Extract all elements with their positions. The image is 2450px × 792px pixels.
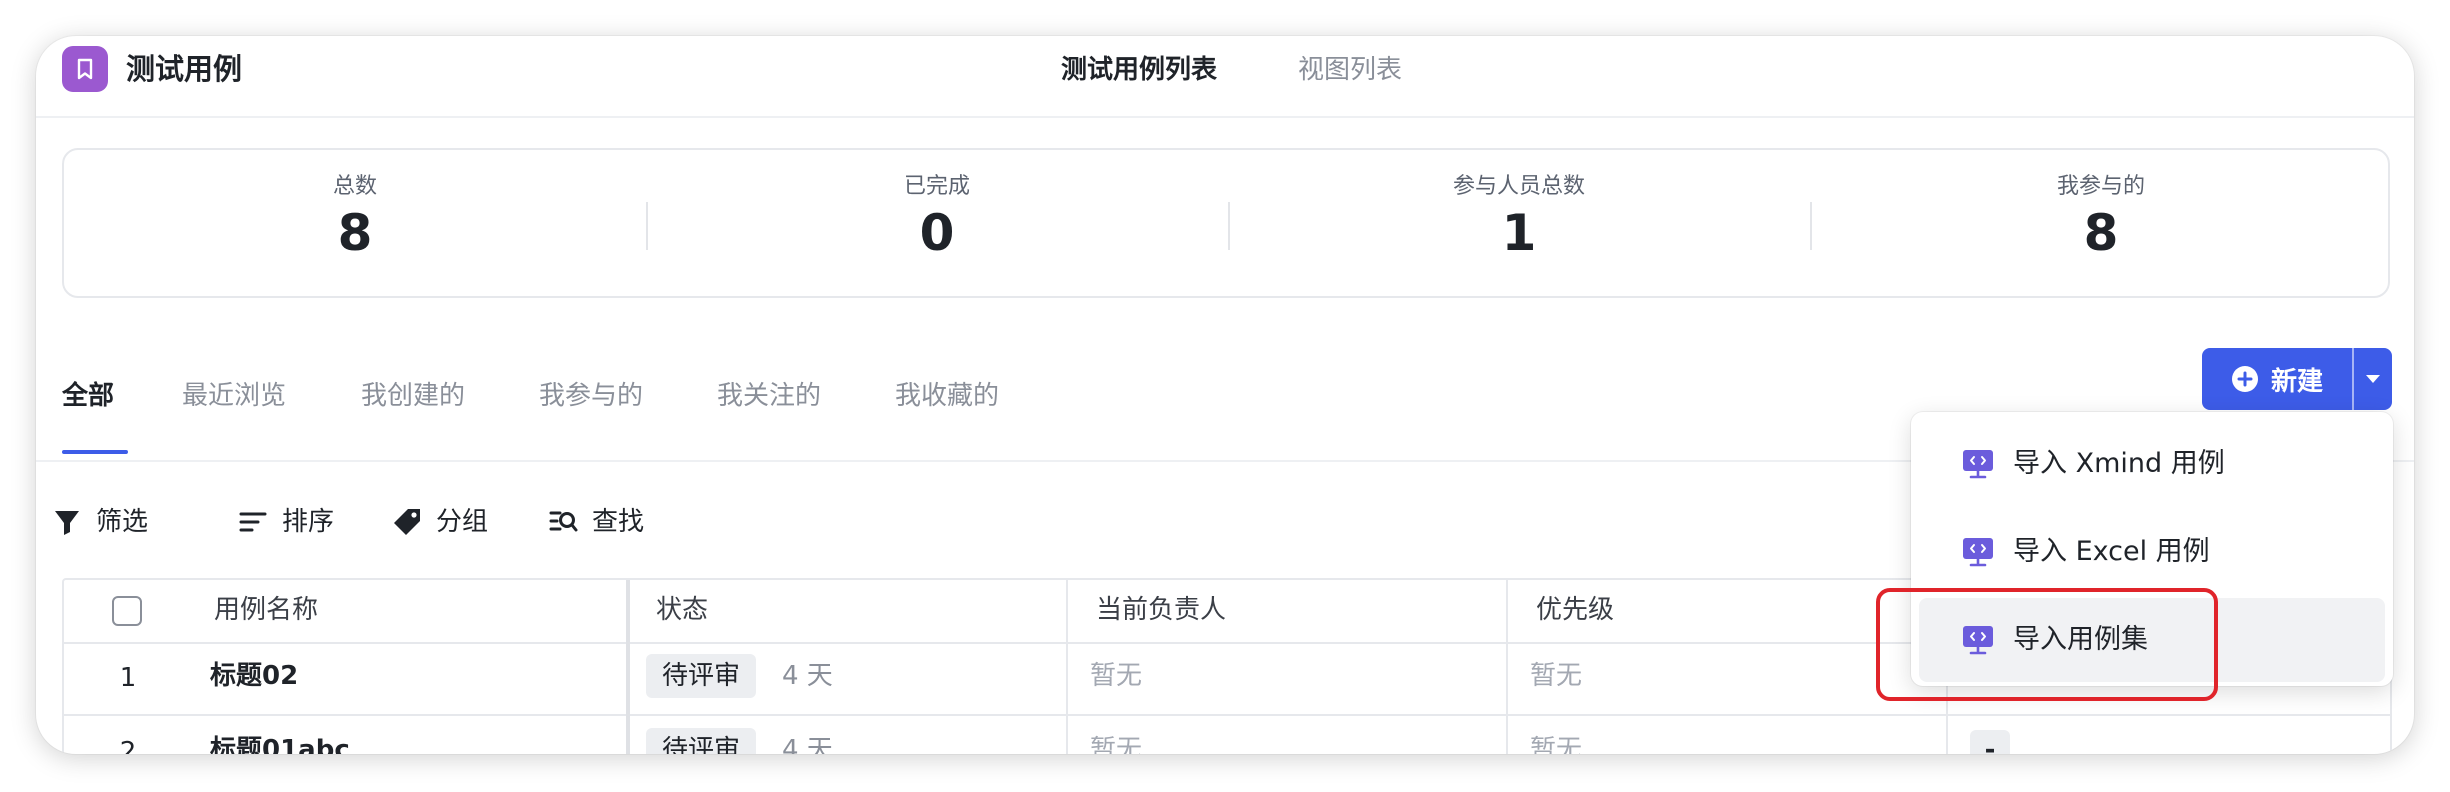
sort-button[interactable]: 排序 bbox=[238, 502, 334, 542]
stat-label: 总数 bbox=[332, 174, 377, 199]
app-title: 测试用例 bbox=[126, 52, 243, 86]
menu-item-label: 导入 Excel 用例 bbox=[2013, 536, 2210, 567]
column-divider bbox=[626, 580, 630, 754]
select-all-checkbox[interactable] bbox=[112, 596, 142, 626]
tab-created[interactable]: 我创建的 bbox=[361, 376, 465, 416]
stat-value: 8 bbox=[337, 204, 373, 262]
priority-value: 暂无 bbox=[1530, 661, 1583, 691]
import-monitor-icon bbox=[1961, 535, 1995, 569]
status-badge: 待评审 bbox=[646, 654, 757, 698]
status-badge: 待评审 bbox=[646, 728, 757, 754]
stats-panel: 总数 8 已完成 0 参与人员总数 1 我参与的 8 bbox=[62, 148, 2390, 298]
group-button[interactable]: 分组 bbox=[392, 502, 488, 542]
sort-icon bbox=[239, 512, 267, 532]
import-monitor-icon bbox=[1961, 447, 1995, 481]
table-row[interactable]: 2 标题01abc 待评审 4 天 暂无 暂无 - bbox=[64, 716, 2390, 754]
plus-circle-icon bbox=[2231, 366, 2258, 392]
tab-all[interactable]: 全部 bbox=[62, 376, 114, 416]
menu-item-label: 导入 Xmind 用例 bbox=[2013, 448, 2225, 479]
bookmark-icon bbox=[62, 46, 108, 92]
filter-button[interactable]: 筛选 bbox=[52, 502, 148, 542]
highlight-annotation bbox=[1876, 588, 2218, 701]
search-list-icon bbox=[549, 511, 578, 532]
tab-favorited[interactable]: 我收藏的 bbox=[895, 376, 999, 416]
priority-value: 暂无 bbox=[1530, 735, 1583, 754]
tag-icon bbox=[394, 509, 420, 535]
column-divider bbox=[1506, 580, 1508, 754]
stat-mine: 我参与的 8 bbox=[1810, 150, 2392, 296]
group-label: 分组 bbox=[436, 507, 489, 537]
new-button[interactable]: 新建 bbox=[2202, 348, 2352, 410]
stat-value: 1 bbox=[1501, 204, 1537, 262]
column-header-name[interactable]: 用例名称 bbox=[214, 590, 318, 630]
stat-value: 0 bbox=[919, 204, 955, 262]
tab-participated[interactable]: 我参与的 bbox=[539, 376, 643, 416]
row-number: 1 bbox=[119, 663, 137, 693]
app-header: 测试用例 测试用例列表 视图列表 bbox=[36, 36, 2414, 118]
tab-view-list[interactable]: 视图列表 bbox=[1298, 50, 1402, 90]
caret-down-icon bbox=[2366, 375, 2380, 383]
status-duration: 4 天 bbox=[782, 661, 833, 691]
menu-item-import-xmind[interactable]: 导入 Xmind 用例 bbox=[1919, 422, 2385, 506]
tab-case-list[interactable]: 测试用例列表 bbox=[1061, 50, 1217, 90]
column-divider bbox=[1066, 580, 1068, 754]
column-header-status[interactable]: 状态 bbox=[656, 590, 708, 630]
new-button-group: 新建 bbox=[2202, 348, 2392, 410]
active-tab-indicator bbox=[62, 450, 128, 454]
status-duration: 4 天 bbox=[782, 735, 833, 754]
case-name[interactable]: 标题02 bbox=[210, 656, 298, 696]
find-button[interactable]: 查找 bbox=[548, 502, 644, 542]
stat-label: 已完成 bbox=[903, 174, 970, 199]
sort-label: 排序 bbox=[282, 507, 335, 537]
case-name[interactable]: 标题01abc bbox=[210, 730, 350, 754]
extra-value: - bbox=[1970, 730, 2010, 754]
stat-label: 参与人员总数 bbox=[1452, 174, 1585, 199]
stat-value: 8 bbox=[2083, 204, 2119, 262]
owner-value: 暂无 bbox=[1090, 735, 1143, 754]
stat-label: 我参与的 bbox=[2056, 174, 2145, 199]
owner-value: 暂无 bbox=[1090, 661, 1143, 691]
new-button-label: 新建 bbox=[2270, 366, 2323, 397]
new-dropdown-toggle[interactable] bbox=[2354, 348, 2392, 410]
filter-label: 筛选 bbox=[96, 507, 149, 537]
stat-total: 总数 8 bbox=[64, 150, 646, 296]
filter-icon bbox=[55, 511, 79, 535]
tab-recent[interactable]: 最近浏览 bbox=[182, 376, 286, 416]
stat-completed: 已完成 0 bbox=[646, 150, 1228, 296]
column-header-priority[interactable]: 优先级 bbox=[1536, 590, 1614, 630]
tab-followed[interactable]: 我关注的 bbox=[717, 376, 821, 416]
find-label: 查找 bbox=[592, 507, 645, 537]
menu-item-import-excel[interactable]: 导入 Excel 用例 bbox=[1919, 510, 2385, 594]
row-number: 2 bbox=[119, 737, 137, 754]
stat-participants: 参与人员总数 1 bbox=[1228, 150, 1810, 296]
column-header-owner[interactable]: 当前负责人 bbox=[1096, 590, 1226, 630]
